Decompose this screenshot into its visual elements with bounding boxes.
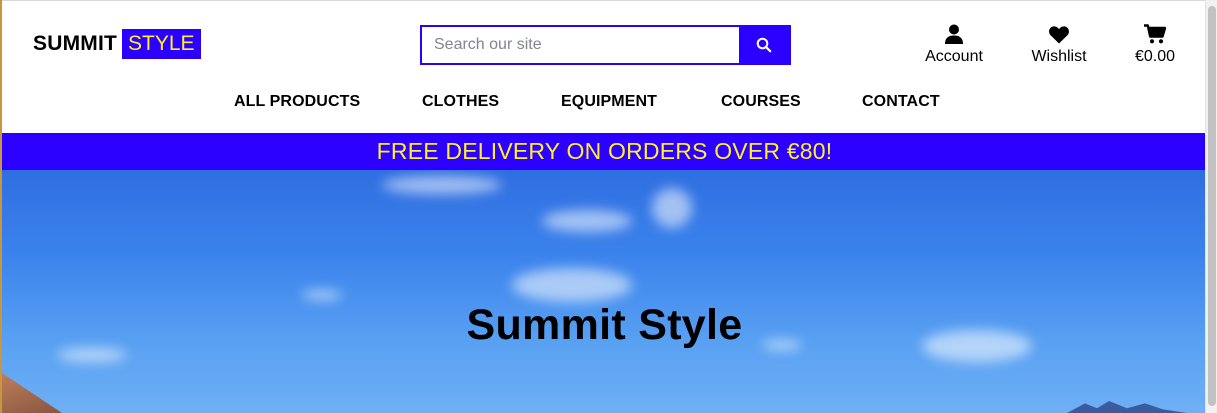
nav-item-contact[interactable]: CONTACT <box>862 93 940 111</box>
account-label: Account <box>925 48 983 65</box>
mountain-right-decoration <box>1067 401 1187 413</box>
search-input[interactable] <box>422 27 739 63</box>
hero-section: Summit Style <box>2 170 1205 413</box>
delivery-banner: FREE DELIVERY ON ORDERS OVER €80! <box>2 133 1205 170</box>
cart-link[interactable]: €0.00 <box>1126 22 1184 66</box>
nav-item-courses[interactable]: COURSES <box>721 93 801 111</box>
site-logo[interactable]: SUMMIT STYLE <box>33 29 201 59</box>
cloud-decoration <box>302 290 342 300</box>
page: SUMMIT STYLE Account <box>0 0 1205 413</box>
site-header: SUMMIT STYLE Account <box>2 5 1205 133</box>
logo-word-style: STYLE <box>122 29 201 59</box>
cloud-decoration <box>382 176 502 194</box>
cloud-decoration <box>542 210 632 232</box>
nav-item-clothes[interactable]: CLOTHES <box>422 93 499 111</box>
heart-icon <box>1049 22 1069 44</box>
search-button[interactable] <box>739 27 789 63</box>
scrollbar-thumb[interactable] <box>1208 6 1216 406</box>
cart-total: €0.00 <box>1134 48 1176 65</box>
cloud-decoration <box>652 188 692 228</box>
cloud-decoration <box>57 348 127 362</box>
search-icon <box>756 37 772 53</box>
wishlist-label: Wishlist <box>1031 48 1087 65</box>
search-form <box>420 25 791 65</box>
hero-title: Summit Style <box>466 301 743 349</box>
logo-word-summit: SUMMIT <box>33 32 118 55</box>
main-nav: ALL PRODUCTS CLOTHES EQUIPMENT COURSES C… <box>2 93 1205 117</box>
user-icon <box>945 22 963 44</box>
nav-item-equipment[interactable]: EQUIPMENT <box>561 93 657 111</box>
page-scrollbar[interactable] <box>1205 0 1217 413</box>
mountain-left-decoration <box>2 373 62 413</box>
nav-item-all-products[interactable]: ALL PRODUCTS <box>234 93 360 111</box>
cloud-decoration <box>512 268 632 302</box>
wishlist-link[interactable]: Wishlist <box>1024 22 1094 66</box>
account-link[interactable]: Account <box>918 22 990 66</box>
cart-icon <box>1144 22 1166 44</box>
